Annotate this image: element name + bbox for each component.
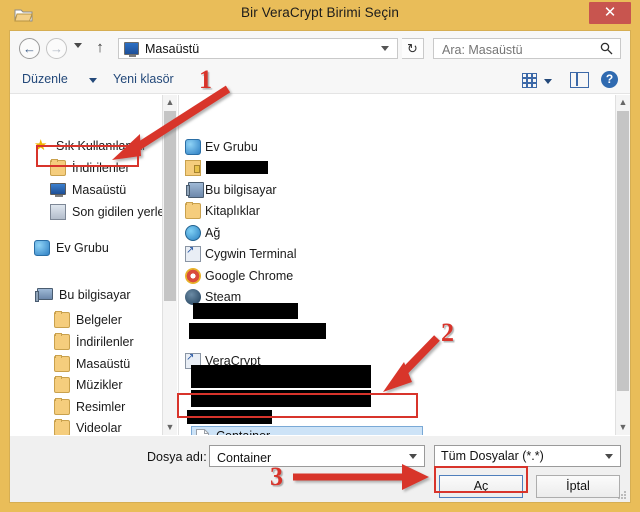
blank-file-icon	[196, 429, 209, 435]
scrollbar-thumb[interactable]	[617, 111, 629, 391]
sidebar-item-label: Bu bilgisayar	[59, 288, 131, 302]
open-button[interactable]: Aç	[439, 475, 523, 498]
forward-button[interactable]: →	[46, 38, 67, 59]
title-bar: Bir VeraCrypt Birimi Seçin ✕	[0, 0, 640, 30]
navigation-bar: ← → ↑ Masaüstü ↻	[10, 31, 630, 66]
search-box[interactable]	[433, 38, 621, 59]
file-item-label: Ağ	[205, 226, 221, 240]
dialog-client-area: ← → ↑ Masaüstü ↻ Düzenle Yeni klasö	[9, 30, 631, 503]
file-list-scrollbar[interactable]: ▲ ▼	[615, 95, 630, 435]
scroll-up-arrow-icon[interactable]: ▲	[163, 95, 177, 110]
scroll-up-arrow-icon[interactable]: ▲	[616, 95, 630, 110]
filename-label: Dosya adı:	[147, 450, 207, 464]
downloads-folder-icon	[54, 333, 70, 350]
annotation-number-3: 3	[270, 462, 283, 491]
locked-folder-icon	[185, 160, 201, 176]
sidebar-item-label: Masaüstü	[72, 183, 127, 197]
redaction-bar	[191, 365, 371, 388]
filename-input[interactable]	[215, 448, 404, 467]
chrome-shortcut-icon	[185, 268, 201, 284]
filename-combobox[interactable]	[209, 445, 425, 467]
computer-icon	[186, 182, 204, 198]
chevron-down-icon[interactable]	[409, 454, 417, 459]
music-folder-icon	[54, 376, 70, 393]
file-item-label: Container	[216, 428, 270, 435]
chevron-down-icon[interactable]	[381, 46, 389, 51]
sidebar-item-label: İndirilenler	[76, 335, 134, 349]
search-icon	[600, 42, 613, 55]
sidebar-item-label: Videolar	[76, 421, 122, 435]
scroll-down-arrow-icon[interactable]: ▼	[616, 420, 630, 435]
sidebar-item-label: İndirilenler	[72, 161, 130, 175]
annotation-number-2: 2	[441, 318, 454, 347]
search-input[interactable]	[440, 40, 594, 59]
scrollbar-thumb[interactable]	[164, 111, 176, 301]
file-list-pane: Ev Grubu Bu bilgisayar Kitaplıklar Ağ C	[178, 95, 630, 435]
redaction-bar	[189, 323, 326, 339]
network-icon	[185, 225, 201, 241]
new-folder-button[interactable]: Yeni klasör	[113, 72, 174, 86]
file-open-dialog-window: Bir VeraCrypt Birimi Seçin ✕ ← → ↑ Masaü…	[0, 0, 640, 512]
close-button[interactable]: ✕	[589, 2, 631, 24]
file-item-label: Ev Grubu	[205, 140, 258, 154]
command-bar: Düzenle Yeni klasör ?	[10, 66, 630, 94]
desktop-icon	[124, 42, 139, 57]
chevron-down-icon[interactable]	[89, 78, 97, 83]
help-icon[interactable]: ?	[601, 71, 618, 88]
desktop-icon	[50, 183, 66, 197]
refresh-button[interactable]: ↻	[402, 38, 424, 59]
file-item-container[interactable]: Container	[191, 426, 423, 435]
sidebar-item-label: Müzikler	[76, 378, 123, 392]
file-item-label: Kitaplıklar	[205, 204, 260, 218]
cancel-button[interactable]: İptal	[536, 475, 620, 498]
file-item-label: Bu bilgisayar	[205, 183, 277, 197]
star-icon: ★	[34, 137, 48, 154]
file-item-label: Google Chrome	[205, 269, 294, 283]
recent-locations-dropdown-icon[interactable]	[74, 43, 82, 48]
computer-icon	[35, 288, 53, 302]
homegroup-icon	[34, 240, 50, 256]
file-type-filter-value: Tüm Dosyalar (*.*)	[441, 449, 544, 463]
address-bar[interactable]: Masaüstü	[118, 38, 398, 59]
view-options-chevron-icon[interactable]	[544, 79, 552, 84]
pictures-folder-icon	[54, 398, 70, 415]
organize-button[interactable]: Düzenle	[22, 72, 68, 86]
navigation-pane-scrollbar[interactable]: ▲ ▼	[162, 95, 177, 435]
sidebar-item-label: Resimler	[76, 400, 126, 414]
redaction-bar	[206, 161, 268, 174]
libraries-icon	[185, 202, 201, 219]
file-type-filter-select[interactable]: Tüm Dosyalar (*.*)	[434, 445, 621, 467]
preview-pane-icon[interactable]	[570, 72, 589, 88]
navigation-pane: ★ Sık Kullanılanlar İndirilenler Masaüst…	[10, 95, 177, 435]
videos-folder-icon	[54, 419, 70, 435]
annotation-number-1: 1	[199, 65, 212, 94]
shortcut-icon	[185, 245, 201, 262]
sidebar-item-label: Son gidilen yerler	[72, 205, 169, 219]
resize-grip-icon[interactable]	[618, 491, 627, 500]
homegroup-icon	[185, 139, 201, 155]
grid-view-icon[interactable]	[522, 73, 537, 88]
sidebar-item-label: Sık Kullanılanlar	[56, 139, 147, 153]
file-item-label: Cygwin Terminal	[205, 247, 297, 261]
downloads-folder-icon	[50, 159, 66, 176]
back-button[interactable]: ←	[19, 38, 40, 59]
documents-folder-icon	[54, 311, 70, 328]
recent-places-icon	[50, 204, 66, 220]
dialog-footer: Dosya adı: Tüm Dosyalar (*.*) Aç İptal	[10, 436, 630, 502]
desktop-folder-icon	[54, 355, 70, 372]
window-title: Bir VeraCrypt Birimi Seçin	[241, 5, 399, 20]
sidebar-item-label: Ev Grubu	[56, 241, 109, 255]
sidebar-item-label: Belgeler	[76, 313, 122, 327]
up-one-level-button[interactable]: ↑	[92, 39, 108, 57]
scroll-down-arrow-icon[interactable]: ▼	[163, 420, 177, 435]
redaction-bar	[187, 410, 272, 424]
redaction-bar	[191, 390, 371, 407]
redaction-bar	[193, 303, 298, 319]
address-bar-text: Masaüstü	[145, 42, 200, 56]
sidebar-item-label: Masaüstü	[76, 357, 131, 371]
chevron-down-icon[interactable]	[605, 454, 613, 459]
